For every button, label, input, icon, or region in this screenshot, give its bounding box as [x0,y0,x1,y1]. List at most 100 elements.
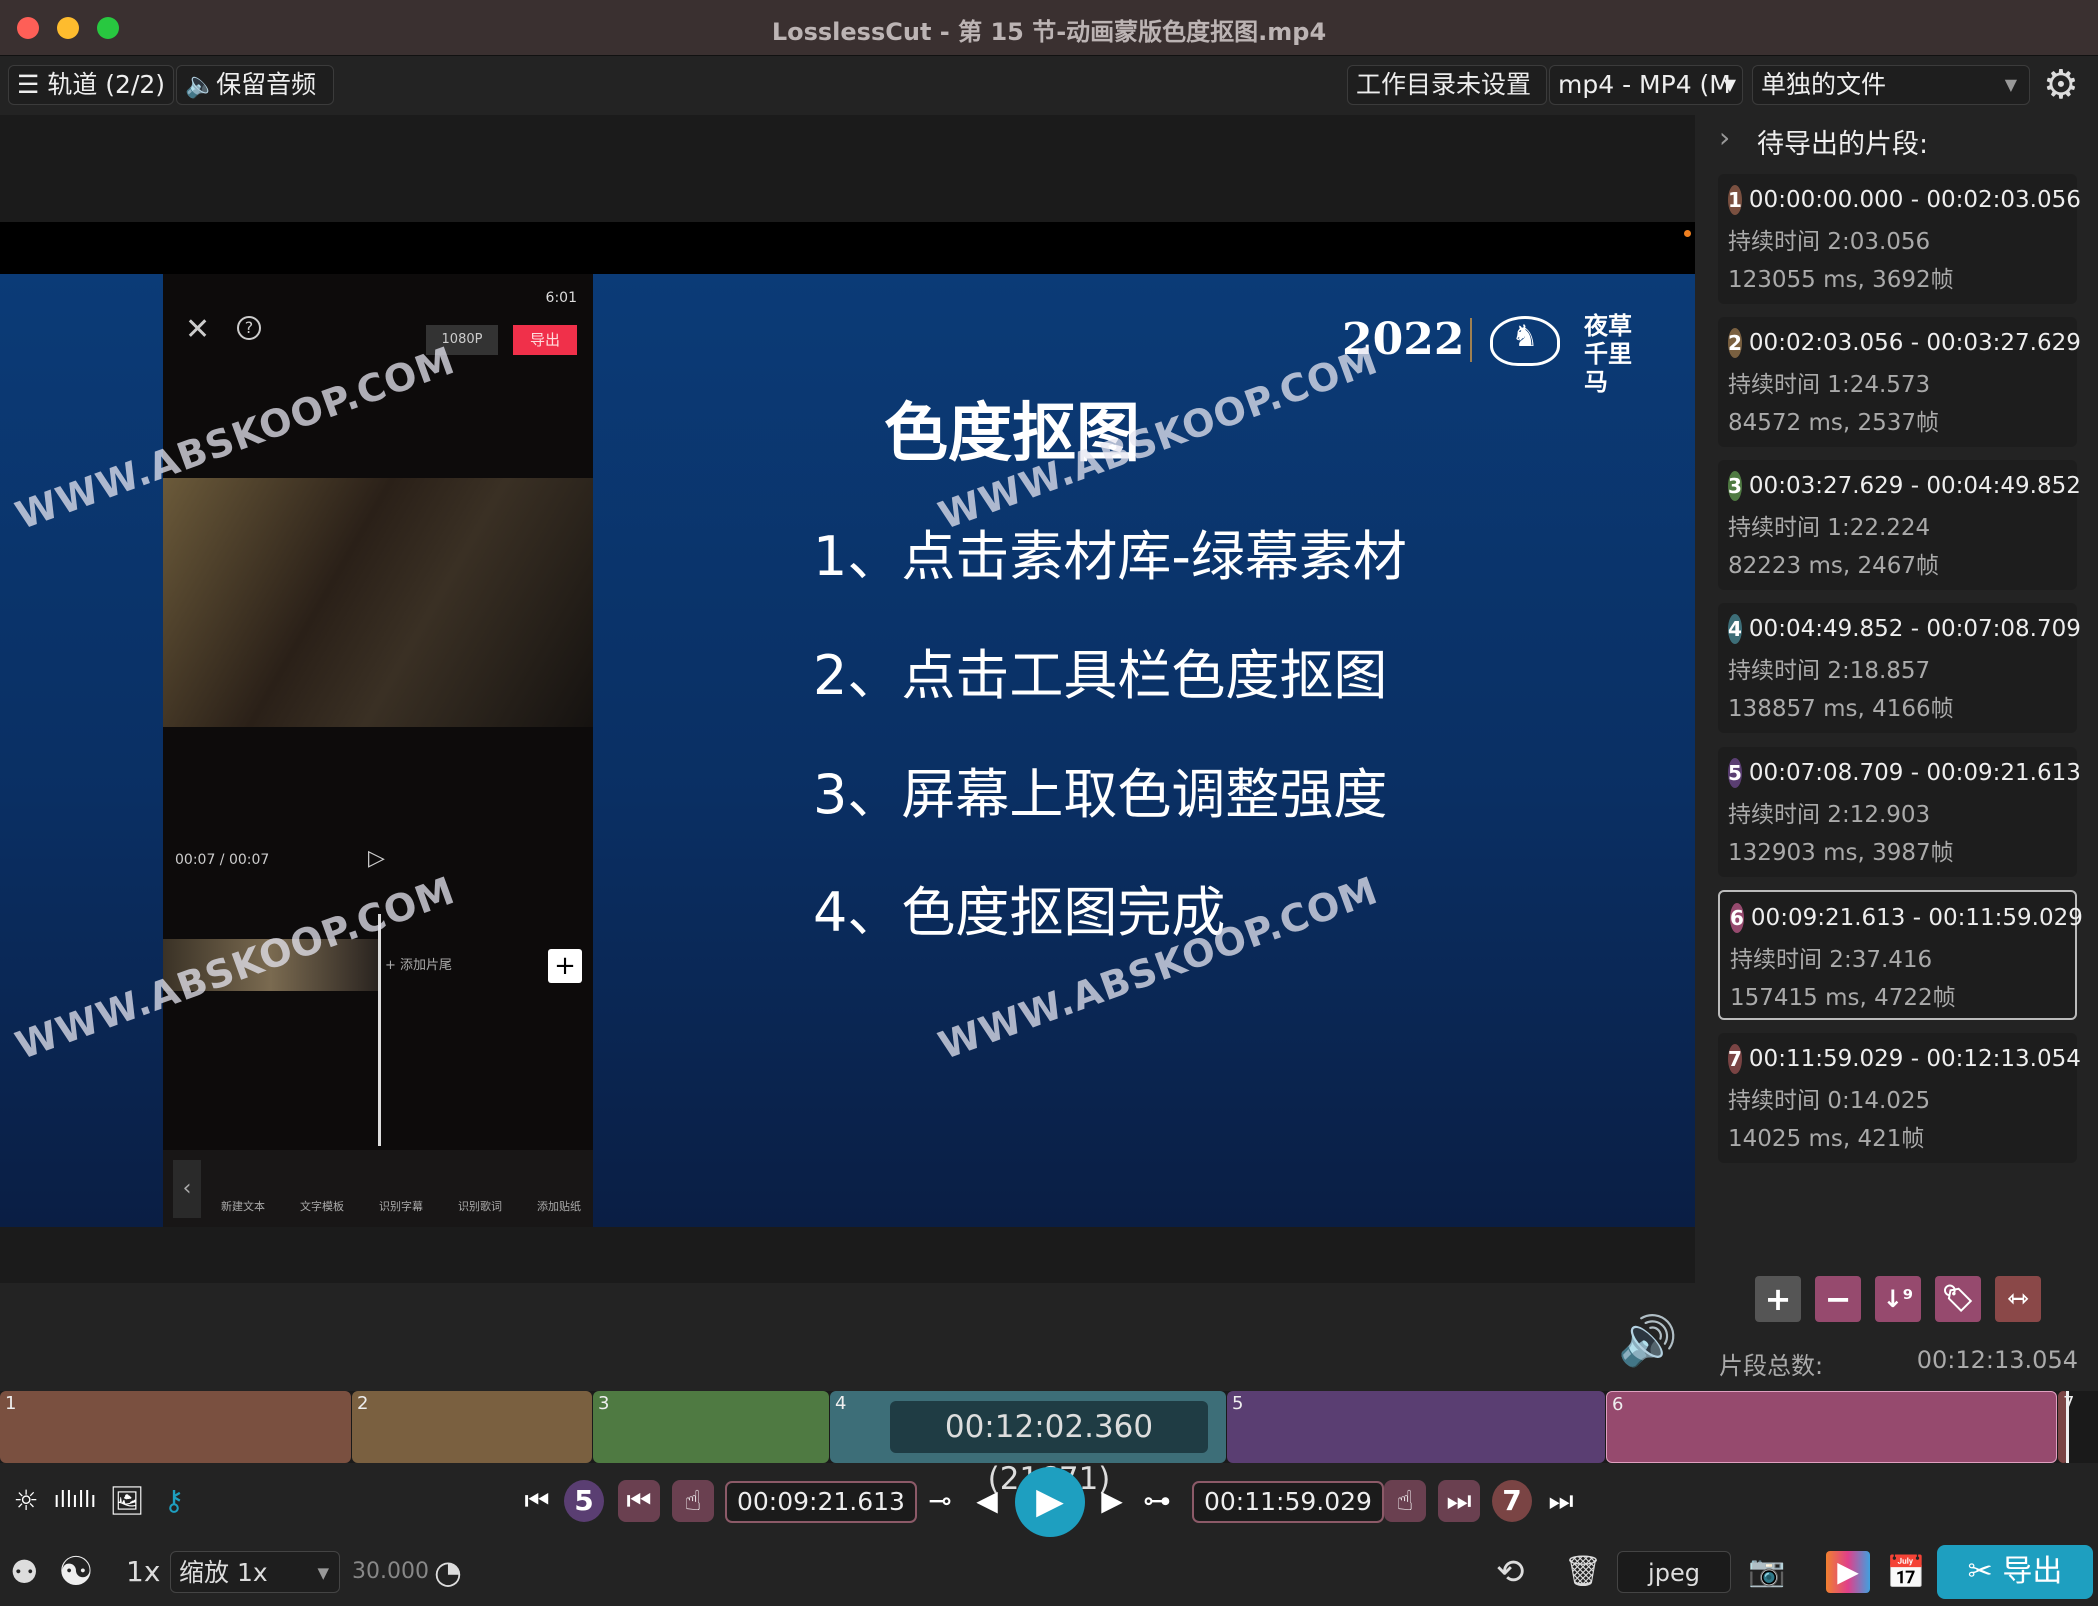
timeline-segment[interactable]: 2 [352,1391,592,1463]
segment-frames: 14025 ms, 421帧 [1728,1126,1925,1152]
invert-cut-icon[interactable]: ⚉ [10,1551,39,1593]
volume-icon[interactable]: 🔊 [1618,1312,1678,1369]
camera-icon[interactable]: 📷 [1748,1551,1785,1593]
remove-segment-button[interactable]: − [1815,1276,1861,1322]
add-segment-button[interactable]: + [1755,1276,1801,1322]
brightness-icon[interactable]: ☼ [8,1480,44,1522]
chevron-down-icon: ▼ [317,1564,329,1582]
thumbnails-icon[interactable]: 🖼 [106,1480,148,1522]
phone-time: 00:07 / 00:07 [175,852,270,868]
next-keyframe-key-icon[interactable]: ⊶ [1135,1480,1179,1522]
segment-range-row: 6 00:09:21.613 - 00:11:59.029 [1730,900,2083,936]
prev-segment-button[interactable]: 5 [564,1480,604,1522]
jump-to-start-icon[interactable]: ⏮ [522,1480,552,1522]
scissors-icon: ✂ [1967,1554,2003,1589]
zoom-value: 缩放 1x [179,1558,268,1587]
workdir-button[interactable]: 工作目录未设置 [1347,65,1547,105]
cut-end-time-input[interactable]: 00:11:59.029 [1192,1481,1384,1523]
indicator-dot [1684,230,1691,237]
chevron-down-icon: ▼ [2004,75,2017,94]
timeline-segment[interactable]: 1 [0,1391,351,1463]
total-label: 片段总数: [1719,1352,1824,1380]
segment-frames: 123055 ms, 3692帧 [1728,267,1954,293]
panel-header: 待导出的片段: [1757,129,1929,160]
segment-duration: 持续时间 2:37.416 [1730,947,1933,973]
cut-start-time-input[interactable]: 00:09:21.613 [725,1481,917,1523]
segment-number: 5 [1728,758,1742,788]
segment-card[interactable]: 6 00:09:21.613 - 00:11:59.029 持续时间 2:37.41… [1718,890,2083,1020]
jump-to-end-icon[interactable]: ⏭ [1546,1480,1576,1522]
phone-help-icon: ? [237,316,261,340]
sort-segments-button[interactable]: ↓⁹ [1875,1276,1921,1322]
export-mode-icon[interactable]: ▶ [1826,1551,1870,1593]
collapse-chevron-icon[interactable]: › [1719,121,1730,154]
slide-item: 1、点击素材库-绿幕素材 [813,525,1407,588]
segments-panel: › 待导出的片段: 1 00:00:00.000 - 00:02:03.056 持续… [1695,115,2098,1383]
video-slide: 6:01 ✕ ? 1080P 导出 00:07 / 00:07 ▷ + 添加片尾… [0,274,1695,1227]
play-button[interactable]: ▶ [1015,1467,1085,1537]
tag-icon[interactable]: 🏷 [1935,1276,1981,1322]
prev-keyframe-key-icon[interactable]: ⊸ [918,1480,962,1522]
capture-format-select[interactable]: jpeg [1617,1551,1731,1593]
segment-range: 00:11:59.029 - 00:12:13.054 [1748,1046,2081,1072]
yinyang-icon[interactable]: ☯ [58,1551,94,1593]
trash-icon[interactable]: 🗑 [1564,1551,1602,1593]
phone-back-icon: ‹ [173,1160,201,1218]
phone-plus-icon: + [548,949,582,983]
phone-close-icon: ✕ [185,312,211,347]
timeline-segment[interactable]: 6 [1606,1391,2057,1463]
waveform-icon[interactable]: ıllıllı [52,1480,98,1522]
segment-number: 3 [1728,471,1742,501]
window-title: LosslessCut - 第 15 节-动画蒙版色度抠图.mp4 [771,18,1327,46]
segment-range: 00:03:27.629 - 00:04:49.852 [1748,473,2081,499]
keyframes-key-icon[interactable]: ⚷ [156,1480,192,1522]
segment-card[interactable]: 4 00:04:49.852 - 00:07:08.709 持续时间 2:18.85… [1718,603,2081,733]
prev-frame-icon[interactable]: ◀ [972,1480,1002,1522]
jump-to-cut-start-icon[interactable]: ⏮ [618,1480,660,1522]
tracks-button[interactable]: ☰ 轨道 (2/2) [8,65,174,105]
phone-tool: 文字模板 [300,1200,344,1213]
format-select[interactable]: mp4 - MP4 (M ▼ [1549,65,1743,105]
timeline-segment[interactable]: 5 [1227,1391,1605,1463]
next-segment-button[interactable]: 7 [1492,1480,1532,1522]
timeline-segment[interactable]: 3 [593,1391,829,1463]
segment-range: 00:00:00.000 - 00:02:03.056 [1748,187,2081,213]
export-label: 导出 [2002,1554,2063,1589]
segment-card[interactable]: 3 00:03:27.629 - 00:04:49.852 持续时间 1:22.22… [1718,460,2081,590]
output-mode-select[interactable]: 单独的文件 ▼ [1752,65,2030,105]
fps-value: 30.000 [352,1559,429,1584]
set-cut-start-hand-icon[interactable]: ☝ [672,1480,714,1522]
rotate-icon[interactable]: ⟲ [1496,1551,1525,1593]
segment-number: 2 [1728,328,1742,358]
segment-card[interactable]: 7 00:11:59.029 - 00:12:13.054 持续时间 0:14.02… [1718,1033,2081,1163]
set-cut-end-hand-icon[interactable]: ☝ [1384,1480,1426,1522]
keep-audio-button[interactable]: 🔈保留音频 [176,65,334,105]
segment-range: 00:02:03.056 - 00:03:27.629 [1748,330,2081,356]
next-frame-icon[interactable]: ▶ [1097,1480,1127,1522]
split-segment-button[interactable]: ⇿ [1995,1276,2041,1322]
segment-range-row: 1 00:00:00.000 - 00:02:03.056 [1728,182,2081,218]
jump-to-cut-end-icon[interactable]: ⏭ [1438,1480,1480,1522]
segment-card[interactable]: 5 00:07:08.709 - 00:09:21.613 持续时间 2:12.90… [1718,747,2081,877]
calendar-icon[interactable]: 📅 [1886,1551,1926,1593]
segment-card[interactable]: 1 00:00:00.000 - 00:02:03.056 持续时间 2:03.05… [1718,174,2081,304]
segment-frames: 138857 ms, 4166帧 [1728,696,1954,722]
settings-gear-icon[interactable]: ⚙ [2043,62,2079,108]
total-value: 00:12:13.054 [1916,1346,2078,1374]
slide-logo-text: 夜草千里马 [1584,312,1632,396]
segment-range-row: 2 00:02:03.056 - 00:03:27.629 [1728,325,2081,361]
segment-card[interactable]: 2 00:02:03.056 - 00:03:27.629 持续时间 1:24.57… [1718,317,2081,447]
slide-item: 4、色度抠图完成 [813,881,1226,944]
segment-frames: 82223 ms, 2467帧 [1728,553,1940,579]
playback-speed: 1x [126,1555,161,1588]
pegasus-logo-icon: ♞ [1490,316,1560,366]
phone-video-preview [163,478,593,727]
zoom-select[interactable]: 缩放 1x ▼ [170,1551,340,1593]
phone-toolbar: ‹ 新建文本 文字模板 识别字幕 识别歌词 添加贴纸 [163,1150,593,1227]
tracks-label: 轨道 (2/2) [47,70,166,99]
phone-add-clip: + 添加片尾 [385,958,453,973]
export-button[interactable]: ✂ 导出 [1937,1545,2093,1599]
playhead[interactable] [2066,1391,2069,1463]
speedometer-icon[interactable]: ◔ [434,1551,462,1593]
current-time-display: 00:12:02.360 (21671) [890,1401,1208,1497]
